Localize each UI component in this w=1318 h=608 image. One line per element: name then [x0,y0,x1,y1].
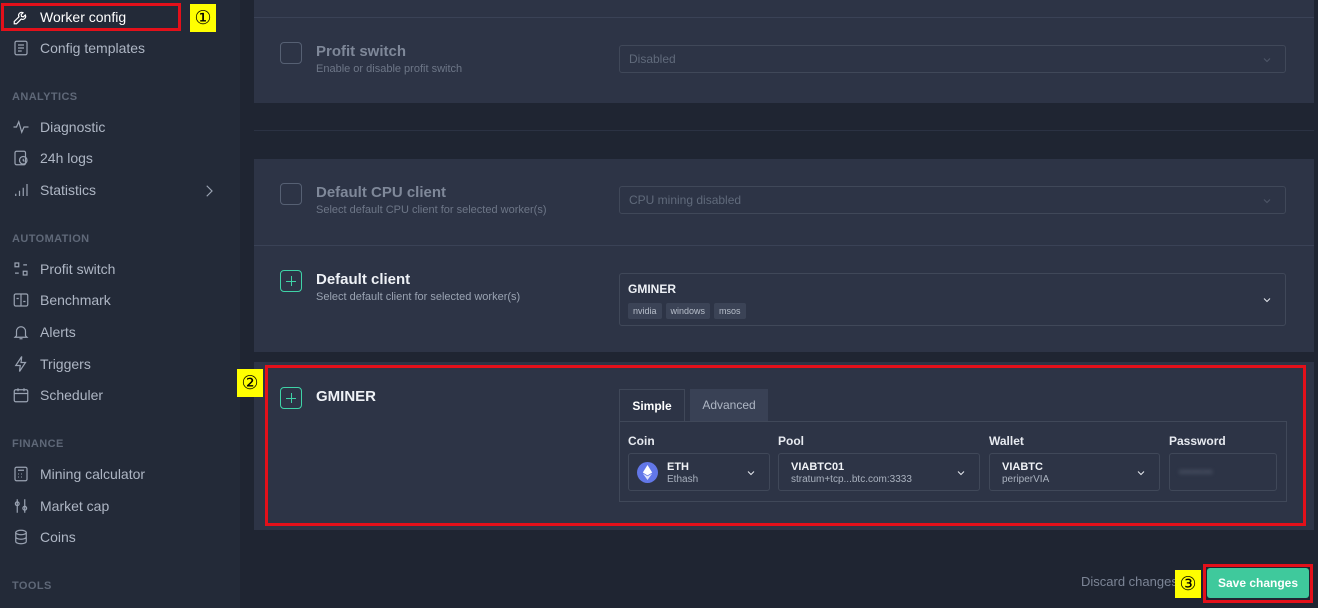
sidebar-item-triggers[interactable]: Triggers [12,352,91,376]
sidebar-item-label: Coins [40,529,76,545]
calculator-icon [14,466,28,482]
sidebar-item-statistics[interactable]: Statistics [12,178,234,202]
sidebar-item-mining-calculator[interactable]: Mining calculator [12,462,145,486]
cpu-client-checkbox[interactable] [280,183,302,205]
sidebar-item-24h-logs[interactable]: 24h logs [12,146,93,170]
sidebar-item-benchmark[interactable]: Benchmark [12,288,111,312]
wallet-value: VIABTC [1002,461,1043,473]
highlight-worker-config [1,3,181,31]
ethereum-icon [637,462,658,483]
chevron-down-icon [1263,298,1271,303]
client-tags: nvidia windows msos [628,301,750,319]
password-input[interactable]: •••••••• [1169,453,1277,491]
cpu-client-select[interactable]: CPU mining disabled [619,186,1286,214]
coin-select[interactable]: ETH Ethash [628,453,770,491]
sidebar-item-label: Diagnostic [40,119,106,135]
sidebar-item-label: Market cap [40,498,110,514]
coin-label: Coin [628,434,655,448]
pool-label: Pool [778,434,804,448]
switch-icon [14,262,28,276]
default-client-plus-icon[interactable] [280,270,302,292]
sidebar-item-label: Mining calculator [40,466,146,482]
coins-stack-icon [15,529,27,545]
divider [254,17,1314,18]
calendar-icon [13,388,29,403]
bar-chart-icon [15,184,28,196]
sidebar-item-diagnostic[interactable]: Diagnostic [12,115,105,139]
chevron-down-icon [747,471,755,476]
annotation-badge-3: ③ [1175,570,1201,598]
sidebar-item-profit-switch[interactable]: Profit switch [12,257,115,281]
divider [254,245,1314,246]
wallet-select[interactable]: VIABTC periperVIA [989,453,1160,491]
lightning-icon [14,356,27,372]
profit-switch-select-value: Disabled [629,52,676,66]
section-label-tools: TOOLS [12,580,52,592]
cpu-client-title: Default CPU client [316,184,447,201]
profit-switch-title: Profit switch [316,43,407,60]
tag-windows: windows [665,303,711,319]
wallet-sub: periperVIA [1002,474,1050,485]
sidebar-item-label: Config templates [40,40,146,56]
sidebar-item-config-templates[interactable]: Config templates [12,36,145,60]
tag-nvidia: nvidia [628,303,662,319]
benchmark-icon [13,293,29,307]
cpu-client-subtitle: Select default CPU client for selected w… [316,204,547,216]
divider [254,130,1314,131]
pulse-icon [13,119,29,135]
chevron-right-icon [206,185,213,197]
default-client-select[interactable]: GMINER nvidia windows msos [619,273,1286,326]
sidebar-item-label: Triggers [40,356,91,372]
log-clock-icon [14,150,28,166]
coin-algo: Ethash [667,474,699,485]
chevron-down-icon [1137,471,1145,476]
sidebar-item-label: Benchmark [40,292,111,308]
sidebar: Worker config Config templates ANALYTICS… [0,0,240,608]
chevron-down-icon [957,471,965,476]
sidebar-item-label: Scheduler [40,387,104,403]
bell-icon [13,326,29,340]
sidebar-item-label: Alerts [40,324,76,340]
sidebar-item-scheduler[interactable]: Scheduler [12,383,103,407]
annotation-badge-2: ② [237,369,263,397]
pool-value: VIABTC01 [791,461,845,473]
highlight-save-button [1203,564,1313,603]
cpu-client-select-value: CPU mining disabled [629,193,742,207]
default-client-title: Default client [316,271,411,288]
sidebar-item-label: Statistics [40,182,97,198]
section-label-finance: FINANCE [12,438,64,450]
section-label-analytics: ANALYTICS [12,91,78,103]
tab-advanced[interactable]: Advanced [690,389,768,421]
default-client-subtitle: Select default client for selected worke… [316,291,521,303]
sidebar-item-label: 24h logs [40,150,93,166]
coin-value: ETH [667,461,689,473]
document-icon [14,40,28,56]
profit-switch-subtitle: Enable or disable profit switch [316,63,463,75]
sidebar-item-alerts[interactable]: Alerts [12,320,76,344]
password-value: •••••••• [1179,465,1213,479]
tab-simple[interactable]: Simple [619,389,685,421]
gminer-title: GMINER [316,388,376,405]
tag-msos: msos [714,303,746,319]
section-label-automation: AUTOMATION [12,233,90,245]
chevron-down-icon [1263,58,1271,63]
gminer-plus-icon[interactable] [280,387,302,409]
pool-select[interactable]: VIABTC01 stratum+tcp...btc.com:3333 [778,453,980,491]
balance-icon [14,499,28,513]
pool-url: stratum+tcp...btc.com:3333 [791,474,912,485]
wallet-label: Wallet [989,434,1024,448]
chevron-down-icon [1263,199,1271,204]
discard-changes-button[interactable]: Discard changes [1081,574,1178,589]
annotation-badge-1: ① [190,4,216,32]
password-label: Password [1169,434,1226,448]
profit-switch-select[interactable]: Disabled [619,45,1286,73]
profit-switch-checkbox[interactable] [280,42,302,64]
sidebar-item-market-cap[interactable]: Market cap [12,494,109,518]
sidebar-item-coins[interactable]: Coins [12,525,76,549]
default-client-select-value: GMINER [628,282,676,296]
sidebar-item-label: Profit switch [40,261,116,277]
